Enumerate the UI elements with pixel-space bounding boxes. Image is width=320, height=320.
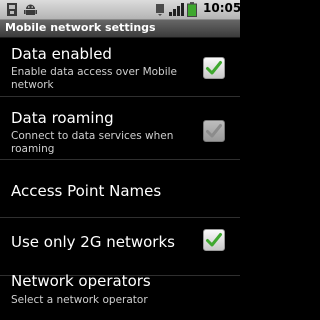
checkmark-icon — [206, 124, 222, 138]
battery-icon — [187, 2, 197, 17]
data-roaming-checkbox — [203, 120, 225, 142]
setting-title: Data enabled — [11, 45, 112, 63]
setting-summary: Enable data access over Mobile network — [11, 66, 178, 91]
page-title: Mobile network settings — [5, 21, 156, 34]
setting-title: Network operators — [11, 272, 151, 290]
signal-icon — [169, 3, 184, 16]
setting-title: Data roaming — [11, 109, 114, 127]
network-operators-setting[interactable]: Network operators Select a network opera… — [0, 272, 240, 320]
data-roaming-setting[interactable]: Data roaming Connect to data services wh… — [0, 97, 240, 160]
setting-title: Use only 2G networks — [11, 233, 175, 251]
data-enabled-setting[interactable]: Data enabled Enable data access over Mob… — [0, 38, 240, 97]
clock: 10:05 — [203, 1, 242, 15]
data-enabled-checkbox[interactable] — [203, 57, 225, 79]
setting-summary: Select a network operator — [11, 294, 148, 306]
status-bar: 10:05 — [0, 0, 242, 20]
use-only-2g-setting[interactable]: Use only 2G networks — [0, 218, 240, 276]
setting-summary: Connect to data services when roaming — [11, 130, 174, 155]
notification-icon — [156, 4, 164, 16]
android-debug-icon — [24, 4, 37, 15]
use-only-2g-checkbox[interactable] — [203, 229, 225, 251]
access-point-names-setting[interactable]: Access Point Names — [0, 160, 240, 218]
checkmark-icon — [206, 233, 222, 247]
title-bar: Mobile network settings — [0, 20, 240, 38]
usb-icon — [7, 3, 17, 16]
checkmark-icon — [206, 61, 222, 75]
setting-title: Access Point Names — [11, 182, 162, 200]
